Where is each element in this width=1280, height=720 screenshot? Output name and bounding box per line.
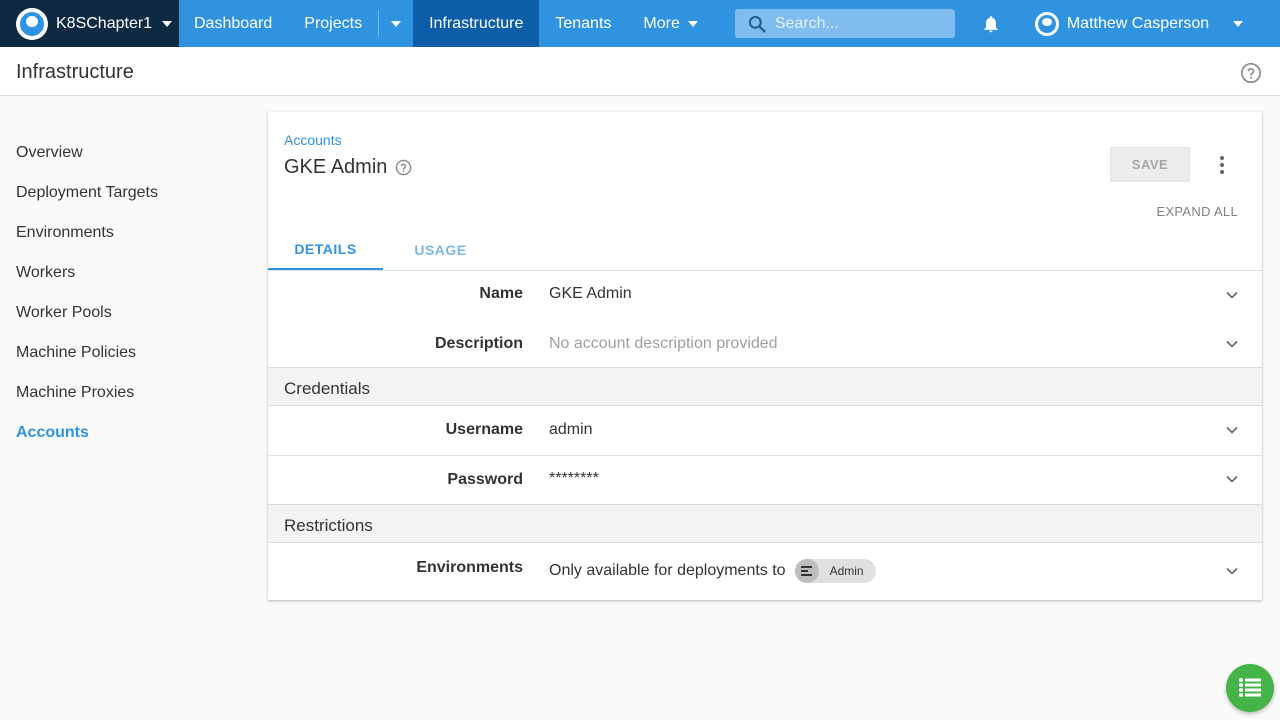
sidebar-item-workers[interactable]: Workers	[16, 264, 75, 282]
username-value: admin	[549, 421, 593, 438]
nav-infrastructure[interactable]: Infrastructure	[413, 0, 540, 47]
sidebar-item-machine-proxies[interactable]: Machine Proxies	[16, 384, 134, 402]
top-navigation-bar: K8SChapter1 Dashboard Projects Infrastru…	[0, 0, 1280, 47]
credentials-heading: Credentials	[284, 379, 370, 398]
chevron-down-icon[interactable]	[1222, 469, 1242, 489]
space-switcher[interactable]: K8SChapter1	[0, 0, 179, 47]
sidebar-item-worker-pools[interactable]: Worker Pools	[16, 304, 112, 322]
tab-bar: DETAILS USAGE	[268, 230, 1262, 271]
account-card: Accounts GKE Admin SAVE EXPAND ALL DETAI…	[268, 112, 1262, 600]
username-row[interactable]: Username admin	[268, 406, 1262, 456]
bell-icon	[984, 15, 998, 32]
space-name: K8SChapter1	[56, 14, 153, 32]
search-box[interactable]	[734, 9, 955, 38]
projects-dropdown-button[interactable]	[379, 0, 413, 47]
password-label: Password	[447, 471, 523, 488]
description-label: Description	[434, 335, 523, 352]
page-title: Infrastructure	[16, 61, 134, 83]
environment-chip-label: Admin	[829, 564, 864, 578]
name-value: GKE Admin	[549, 285, 632, 302]
nav-more[interactable]: More	[627, 0, 713, 47]
environments-label: Environments	[416, 559, 523, 576]
environments-value: Only available for deployments to Admin	[549, 559, 876, 583]
sidebar-item-deployment-targets[interactable]: Deployment Targets	[16, 184, 158, 202]
description-row[interactable]: Description No account description provi…	[268, 320, 1262, 367]
expand-all-button[interactable]: EXPAND ALL	[1156, 204, 1238, 219]
sidebar-item-machine-policies[interactable]: Machine Policies	[16, 344, 136, 362]
sidebar-item-overview[interactable]: Overview	[16, 144, 83, 162]
help-button[interactable]	[1240, 62, 1262, 89]
user-menu-dropdown[interactable]	[1233, 0, 1244, 47]
user-menu[interactable]: Matthew Casperson	[1034, 0, 1210, 47]
password-row[interactable]: Password ********	[268, 456, 1262, 504]
password-value: ********	[549, 470, 599, 487]
environments-row[interactable]: Environments Only available for deployme…	[268, 543, 1262, 600]
help-circle-icon[interactable]	[395, 159, 412, 176]
name-row[interactable]: Name GKE Admin	[268, 271, 1262, 320]
tab-details[interactable]: DETAILS	[268, 230, 383, 270]
save-button[interactable]: SAVE	[1110, 147, 1190, 182]
user-name: Matthew Casperson	[1066, 14, 1210, 32]
notifications-button[interactable]	[981, 0, 1001, 47]
description-value: No account description provided	[549, 335, 778, 352]
restrictions-section-header: Restrictions	[268, 504, 1262, 543]
chevron-down-icon[interactable]	[1222, 561, 1242, 581]
task-list-button[interactable]	[1226, 664, 1274, 712]
search-input[interactable]	[774, 14, 935, 33]
environment-icon	[794, 559, 819, 583]
restrictions-heading: Restrictions	[284, 516, 373, 535]
breadcrumb[interactable]: Accounts	[284, 132, 342, 148]
credentials-section-header: Credentials	[268, 367, 1262, 406]
environment-chip: Admin	[794, 559, 876, 583]
account-title-text: GKE Admin	[284, 156, 388, 178]
chevron-down-icon	[687, 20, 698, 27]
nav-dashboard[interactable]: Dashboard	[179, 0, 288, 47]
chevron-down-icon	[391, 20, 402, 27]
sidebar-item-accounts[interactable]: Accounts	[16, 424, 89, 442]
sidebar-item-environments[interactable]: Environments	[16, 224, 114, 242]
username-label: Username	[445, 421, 523, 438]
nav-tenants[interactable]: Tenants	[539, 0, 627, 47]
help-circle-icon	[1241, 63, 1261, 83]
nav-more-label: More	[643, 14, 680, 32]
environments-value-text: Only available for deployments to	[549, 562, 786, 579]
nav-projects[interactable]: Projects	[288, 0, 378, 47]
chevron-down-icon	[1233, 20, 1244, 27]
name-label: Name	[479, 285, 523, 302]
search-icon	[748, 15, 766, 33]
chevron-down-icon	[162, 20, 173, 27]
chevron-down-icon[interactable]	[1222, 285, 1242, 305]
chevron-down-icon[interactable]	[1222, 334, 1242, 354]
avatar	[1034, 11, 1059, 36]
account-title: GKE Admin	[284, 156, 412, 179]
task-list-icon	[1239, 678, 1261, 697]
chevron-down-icon[interactable]	[1222, 420, 1242, 440]
tab-usage[interactable]: USAGE	[383, 230, 498, 270]
page-header: Infrastructure	[0, 47, 1280, 96]
more-vert-icon[interactable]	[1213, 154, 1231, 176]
space-logo-icon	[16, 7, 48, 40]
